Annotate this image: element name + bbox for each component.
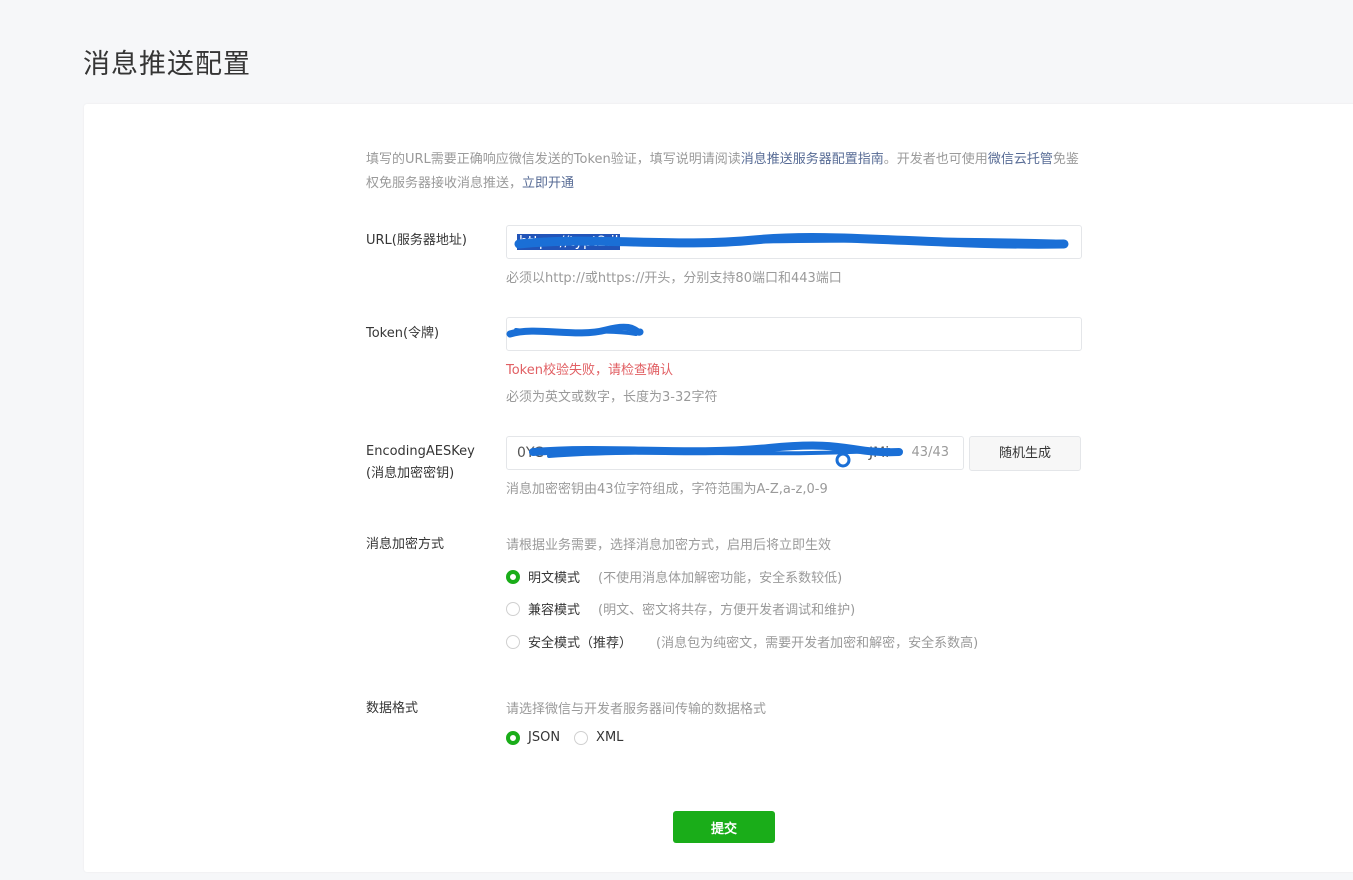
url-input[interactable]: https://typt2.il [506, 225, 1082, 259]
encryption-hint: 请根据业务需要，选择消息加密方式，启用后将立即生效 [506, 538, 832, 553]
aes-hint: 消息加密密钥由43位字符组成，字符范围为A-Z,a-z,0-9 [506, 482, 828, 497]
token-hint: 必须为英文或数字，长度为3-32字符 [506, 390, 718, 405]
format-options: JSON XML [506, 730, 623, 745]
submit-button[interactable]: 提交 [673, 811, 775, 843]
token-label: Token(令牌) [366, 326, 440, 341]
json-label[interactable]: JSON [528, 730, 560, 745]
format-hint: 请选择微信与开发者服务器间传输的数据格式 [506, 702, 767, 717]
encryption-label: 消息加密方式 [366, 537, 445, 552]
radio-compatible-mode[interactable]: 兼容模式 (明文、密文将共存，方便开发者调试和维护) [506, 599, 855, 618]
format-label: 数据格式 [366, 701, 419, 716]
aes-label: EncodingAESKey (消息加密密钥) [366, 444, 475, 481]
page-title: 消息推送配置 [83, 49, 251, 80]
aes-value-suffix: JMi [869, 445, 890, 461]
config-card: 填写的URL需要正确响应微信发送的Token验证，填写说明请阅读消息推送服务器配… [84, 104, 1353, 872]
aes-value-prefix: 0YC [517, 445, 544, 461]
token-error: Token校验失败，请检查确认 [506, 363, 673, 378]
aes-counter: 43/43 [911, 445, 949, 460]
server-config-guide-link[interactable]: 消息推送服务器配置指南 [741, 152, 884, 167]
enable-now-link[interactable]: 立即开通 [522, 176, 574, 191]
aes-key-input[interactable]: 0YC JMi 43/43 [506, 436, 964, 470]
url-label: URL(服务器地址) [366, 233, 467, 248]
url-hint: 必须以http://或https://开头，分别支持80端口和443端口 [506, 271, 842, 286]
radio-unchecked-icon[interactable] [506, 601, 520, 616]
intro-text: 填写的URL需要正确响应微信发送的Token验证，填写说明请阅读消息推送服务器配… [366, 152, 1079, 191]
url-value: https://typt2.il [517, 234, 621, 250]
radio-checked-icon[interactable] [506, 569, 520, 584]
xml-label[interactable]: XML [596, 730, 623, 745]
token-input[interactable] [506, 317, 1082, 351]
radio-unchecked-icon[interactable] [506, 634, 520, 649]
radio-xml[interactable] [574, 730, 589, 745]
radio-json[interactable] [506, 730, 520, 745]
radio-secure-mode[interactable]: 安全模式（推荐） (消息包为纯密文，需要开发者加密和解密，安全系数高) [506, 632, 978, 651]
radio-plaintext-mode[interactable]: 明文模式 (不使用消息体加解密功能，安全系数较低) [506, 567, 842, 586]
wechat-cloud-hosting-link[interactable]: 微信云托管 [988, 152, 1053, 167]
random-generate-button[interactable]: 随机生成 [969, 436, 1081, 471]
